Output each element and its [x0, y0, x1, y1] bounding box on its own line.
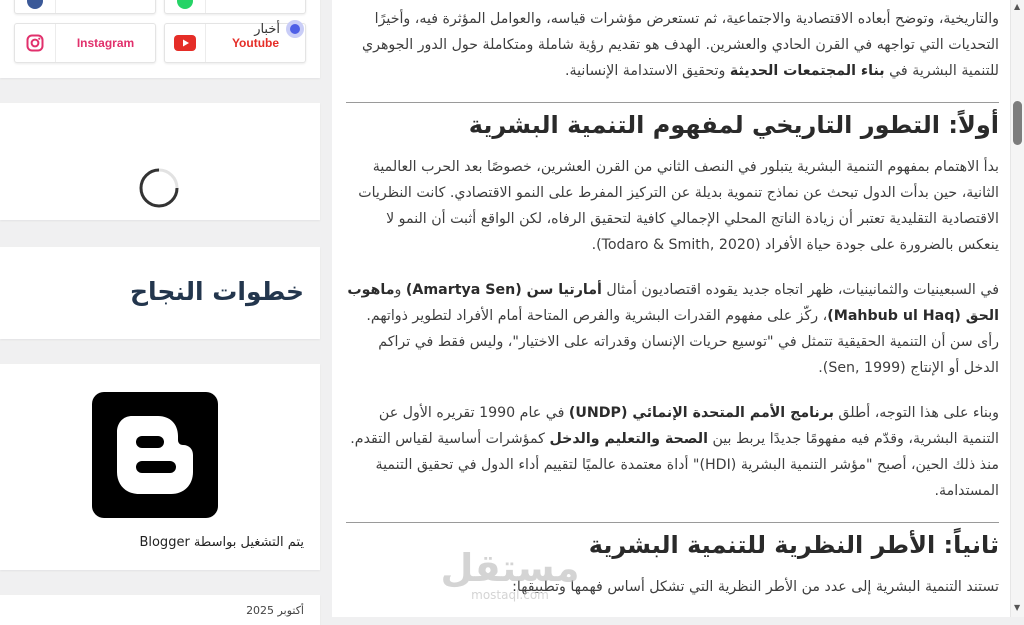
scroll-down-arrow-icon[interactable]: ▼: [1014, 603, 1020, 612]
powered-by-blogger[interactable]: يتم التشغيل بواسطة Blogger: [139, 535, 304, 550]
intro-bold: بناء المجتمعات الحديثة: [729, 63, 885, 79]
page-scrollbar[interactable]: ▲ ▼: [1010, 0, 1024, 617]
whatsapp-icon: [165, 0, 206, 13]
youtube-label: Youtube: [231, 36, 280, 50]
whatsapp-button[interactable]: [164, 0, 306, 14]
paragraph-2: في السبعينيات والثمانينيات، ظهر اتجاه جد…: [346, 277, 999, 381]
section-heading-1: أولاً: التطور التاريخي لمفهوم التنمية ال…: [468, 111, 999, 139]
scroll-up-arrow-icon[interactable]: ▲: [1014, 2, 1020, 11]
instagram-label: Instagram: [76, 36, 135, 50]
facebook-icon: [15, 0, 56, 13]
section-divider-2: [346, 522, 999, 523]
p3-text-a: وبناء على هذا التوجه، أطلق: [833, 405, 999, 421]
instagram-button[interactable]: Instagram: [14, 23, 156, 63]
loading-spinner-icon: [138, 167, 180, 213]
section-divider: [346, 102, 999, 103]
section-heading-2: ثانياً: الأطر النظرية للتنمية البشرية: [588, 531, 999, 559]
steps-title: خطوات النجاح: [129, 277, 304, 306]
social-links-card: Instagram Youtube: [0, 0, 320, 78]
p3-bold-undp: برنامج الأمم المتحدة الإنمائي (UNDP): [568, 405, 834, 421]
scrollbar-thumb[interactable]: [1013, 101, 1022, 145]
p3-bold-indicators: الصحة والتعليم والدخل: [549, 431, 708, 447]
archive-item[interactable]: أكتوبر 2025: [246, 604, 304, 617]
sidebar: Instagram Youtube أخبار خطوات النجاح يتم…: [0, 0, 320, 625]
youtube-icon: [165, 24, 206, 62]
paragraph-1: بدأ الاهتمام بمفهوم التنمية البشرية يتبل…: [346, 154, 999, 258]
p2-bold-sen: أمارتيا سن (Amartya Sen): [405, 282, 602, 298]
paragraph-3: وبناء على هذا التوجه، أطلق برنامج الأمم …: [346, 400, 999, 504]
article-body: والتاريخية، وتوضح أبعاده الاقتصادية والا…: [332, 0, 1010, 617]
intro-paragraph: والتاريخية، وتوضح أبعاده الاقتصادية والا…: [346, 6, 999, 84]
p2-text-b: و: [394, 282, 406, 298]
paragraph-4: تستند التنمية البشرية إلى عدد من الأطر ا…: [346, 574, 999, 600]
news-label: أخبار: [254, 21, 280, 37]
news-header[interactable]: أخبار: [254, 20, 304, 38]
news-radio-icon[interactable]: [286, 20, 304, 38]
instagram-icon: [15, 24, 56, 62]
heading-2-wrap: ثانياً: الأطر النظرية للتنمية البشرية: [346, 528, 999, 562]
facebook-button[interactable]: [14, 0, 156, 14]
heading-1-wrap: أولاً: التطور التاريخي لمفهوم التنمية ال…: [346, 108, 999, 142]
p2-text-a: في السبعينيات والثمانينيات، ظهر اتجاه جد…: [601, 282, 999, 298]
blogger-logo-icon[interactable]: [92, 392, 218, 518]
paragraph-1-text: بدأ الاهتمام بمفهوم التنمية البشرية يتبل…: [358, 159, 999, 253]
intro-text-end: وتحقيق الاستدامة الإنسانية.: [564, 63, 730, 79]
paragraph-4-text: تستند التنمية البشرية إلى عدد من الأطر ا…: [512, 579, 999, 595]
